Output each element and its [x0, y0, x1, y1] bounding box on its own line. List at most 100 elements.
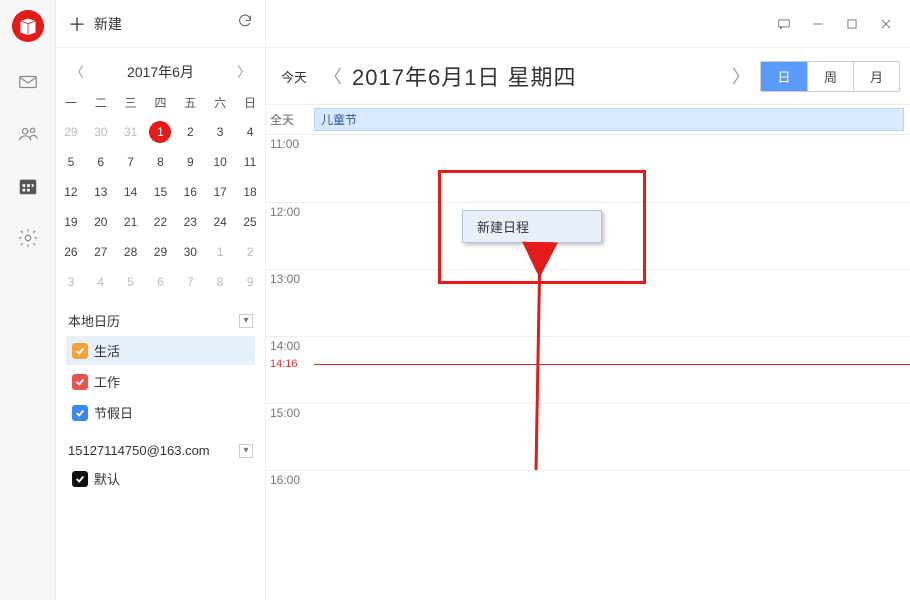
mini-cal-day[interactable]: 16	[175, 177, 205, 207]
checkbox-icon[interactable]	[72, 374, 88, 390]
view-week[interactable]: 周	[807, 62, 853, 91]
next-day[interactable]: 〉	[722, 57, 760, 95]
mini-cal-day[interactable]: 6	[146, 267, 176, 297]
date-title: 2017年6月1日 星期四	[352, 60, 577, 92]
chat-icon[interactable]	[776, 17, 792, 31]
mini-cal-day[interactable]: 7	[175, 267, 205, 297]
mini-cal-day[interactable]: 17	[205, 177, 235, 207]
mini-cal-day[interactable]: 12	[56, 177, 86, 207]
mini-cal-day[interactable]: 9	[175, 147, 205, 177]
now-indicator	[314, 364, 910, 365]
mini-cal-day[interactable]: 9	[235, 267, 265, 297]
weekday-head: 四	[146, 88, 176, 117]
hour-label: 15:00	[266, 403, 314, 470]
hour-row[interactable]	[314, 135, 910, 202]
mini-cal-day[interactable]: 18	[235, 177, 265, 207]
hour-row[interactable]	[314, 470, 910, 537]
mini-cal-day[interactable]: 25	[235, 207, 265, 237]
today-button[interactable]: 今天	[274, 64, 314, 89]
mini-cal-day[interactable]: 19	[56, 207, 86, 237]
weekday-head: 五	[175, 88, 205, 117]
mini-cal-day[interactable]: 1	[146, 117, 176, 147]
calendar-item[interactable]: 生活	[66, 336, 255, 365]
new-button[interactable]: 新建	[94, 14, 122, 34]
mini-cal-day[interactable]: 3	[205, 117, 235, 147]
mini-cal-header: 〈 2017年6月 〉	[56, 48, 265, 88]
calendar-item[interactable]: 默认	[66, 464, 255, 493]
mini-cal-day[interactable]: 24	[205, 207, 235, 237]
mini-cal-day[interactable]: 6	[86, 147, 116, 177]
mini-cal-day[interactable]: 8	[205, 267, 235, 297]
mini-cal-day[interactable]: 27	[86, 237, 116, 267]
contacts-icon[interactable]	[16, 122, 40, 146]
mini-cal-day[interactable]: 31	[116, 117, 146, 147]
local-calendars-group: 本地日历 ▾ 生活工作节假日	[56, 297, 265, 429]
mini-cal-day[interactable]: 8	[146, 147, 176, 177]
hour-label: 12:00	[266, 202, 314, 269]
settings-icon[interactable]	[16, 226, 40, 250]
account-label: 15127114750@163.com	[68, 443, 210, 458]
view-month[interactable]: 月	[853, 62, 899, 91]
mini-cal-day[interactable]: 2	[175, 117, 205, 147]
mini-cal-day[interactable]: 15	[146, 177, 176, 207]
mini-cal-day[interactable]: 21	[116, 207, 146, 237]
expand-icon[interactable]: ▾	[239, 444, 253, 458]
minimize-icon[interactable]	[810, 17, 826, 31]
calendar-label: 默认	[94, 469, 120, 488]
hour-row[interactable]	[314, 202, 910, 269]
mini-cal-day[interactable]: 22	[146, 207, 176, 237]
plus-icon[interactable]: ＋	[68, 11, 86, 37]
mini-cal-day[interactable]: 26	[56, 237, 86, 267]
calendar-icon[interactable]	[16, 174, 40, 198]
calendar-item[interactable]: 工作	[66, 367, 255, 396]
mini-cal-day[interactable]: 14	[116, 177, 146, 207]
close-icon[interactable]	[878, 17, 894, 31]
mini-cal-day[interactable]: 30	[175, 237, 205, 267]
sidebar-toolbar: ＋ 新建	[56, 0, 265, 48]
mini-cal-day[interactable]: 5	[56, 147, 86, 177]
mini-cal-day[interactable]: 4	[86, 267, 116, 297]
mini-cal-next[interactable]: 〉	[233, 58, 255, 86]
maximize-icon[interactable]	[844, 17, 860, 31]
mini-cal-day[interactable]: 2	[235, 237, 265, 267]
mini-cal-day[interactable]: 11	[235, 147, 265, 177]
mail-icon[interactable]	[16, 70, 40, 94]
mini-cal-day[interactable]: 7	[116, 147, 146, 177]
mini-cal-day[interactable]: 28	[116, 237, 146, 267]
view-day[interactable]: 日	[761, 62, 807, 91]
mini-cal-day[interactable]: 10	[205, 147, 235, 177]
expand-icon[interactable]: ▾	[239, 314, 253, 328]
time-grid[interactable]: 11:0012:0013:0014:0015:0016:00 14:16 新建日…	[266, 135, 910, 600]
mini-cal-day[interactable]: 5	[116, 267, 146, 297]
mini-cal-day[interactable]: 29	[56, 117, 86, 147]
main-area: 今天 〈 2017年6月1日 星期四 〉 日 周 月 全天 儿童节 11:001…	[266, 0, 910, 600]
mini-cal-day[interactable]: 13	[86, 177, 116, 207]
mini-cal-day[interactable]: 4	[235, 117, 265, 147]
mini-cal-day[interactable]: 29	[146, 237, 176, 267]
hour-row[interactable]	[314, 336, 910, 403]
hour-row[interactable]	[314, 403, 910, 470]
now-label: 14:16	[270, 358, 298, 370]
hour-row[interactable]	[314, 269, 910, 336]
mini-cal-day[interactable]: 20	[86, 207, 116, 237]
calendar-item[interactable]: 节假日	[66, 398, 255, 427]
allday-row: 全天 儿童节	[266, 104, 910, 135]
allday-event[interactable]: 儿童节	[314, 108, 904, 131]
context-menu-new-event[interactable]: 新建日程	[462, 210, 602, 243]
checkbox-icon[interactable]	[72, 471, 88, 487]
checkbox-icon[interactable]	[72, 405, 88, 421]
hour-label: 16:00	[266, 470, 314, 537]
checkbox-icon[interactable]	[72, 343, 88, 359]
mini-cal-day[interactable]: 3	[56, 267, 86, 297]
weekday-head: 三	[116, 88, 146, 117]
refresh-icon[interactable]	[237, 13, 253, 34]
mini-cal-day[interactable]: 1	[205, 237, 235, 267]
calendar-label: 节假日	[94, 403, 133, 422]
local-calendars-label: 本地日历	[68, 311, 120, 330]
mini-cal-day[interactable]: 30	[86, 117, 116, 147]
mini-cal-day[interactable]: 23	[175, 207, 205, 237]
hour-label: 13:00	[266, 269, 314, 336]
prev-day[interactable]: 〈	[314, 57, 352, 95]
mini-cal-prev[interactable]: 〈	[66, 58, 88, 86]
weekday-head: 六	[205, 88, 235, 117]
